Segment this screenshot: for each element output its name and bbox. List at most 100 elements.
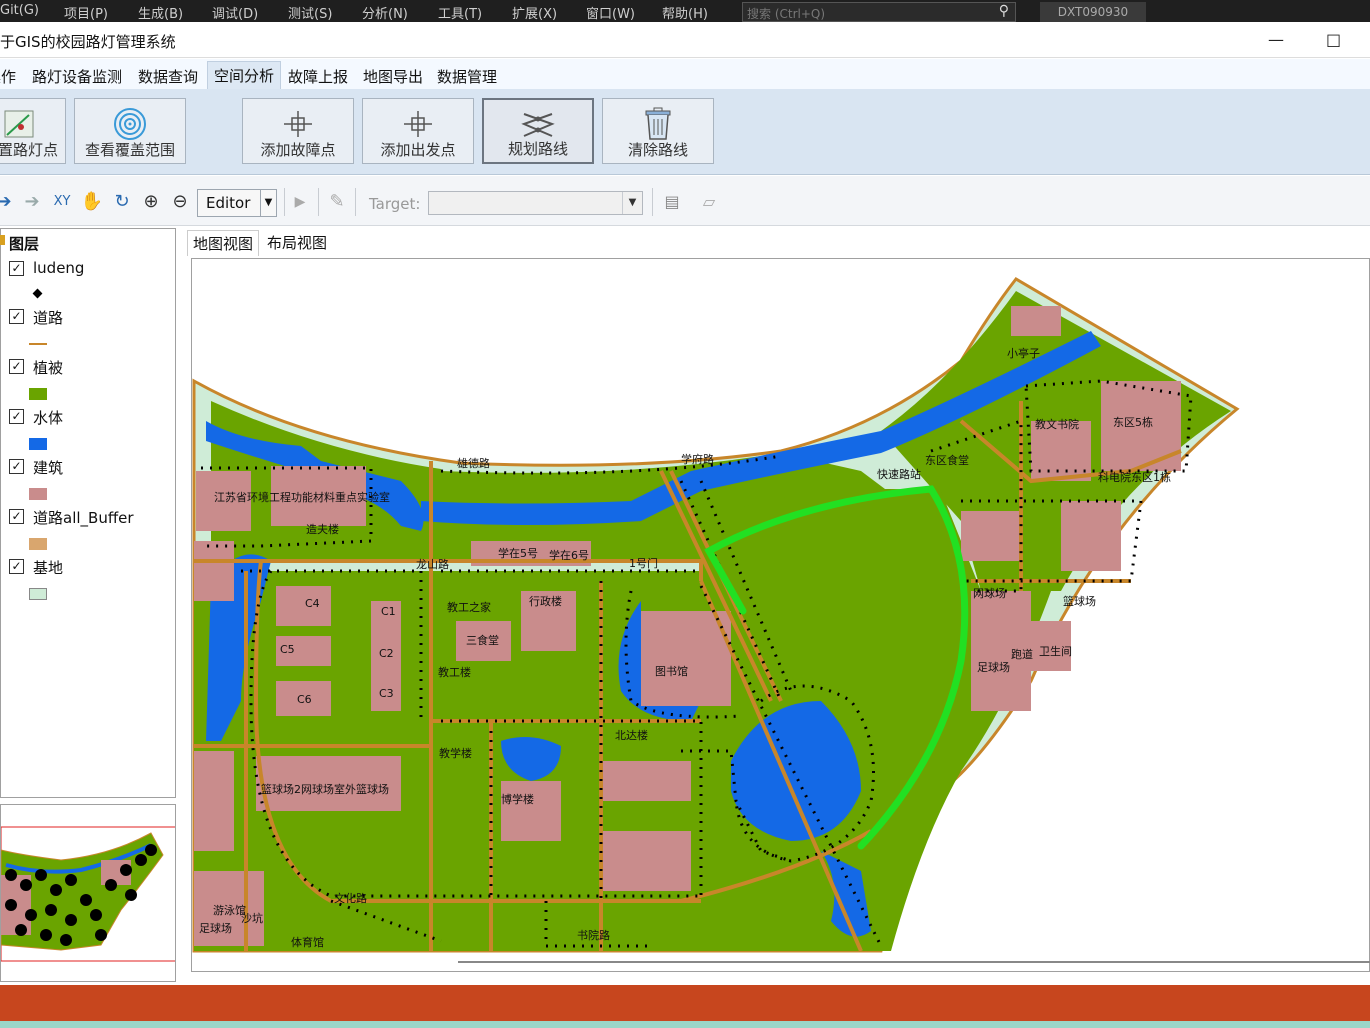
layer-name: 道路all_Buffer <box>33 509 134 527</box>
map-label: 教文书院 <box>1035 417 1079 431</box>
layer-checkbox[interactable]: ✓ <box>9 459 24 474</box>
layer-checkbox[interactable]: ✓ <box>9 261 24 276</box>
zoom-out-icon[interactable]: ⊖ <box>168 190 192 214</box>
road-buffer-swatch <box>29 538 47 550</box>
map-label: 小亭子 <box>1007 346 1040 360</box>
add-fault-point-label: 添加故障点 <box>260 141 336 159</box>
zoom-in-icon[interactable]: ⊕ <box>139 190 163 214</box>
map-label: 网球场 <box>973 586 1006 600</box>
ide-search-placeholder: 搜索 (Ctrl+Q) <box>747 7 826 21</box>
map-label: 书院路 <box>577 928 610 942</box>
toc-header: 图层 <box>9 235 40 253</box>
map-label: 篮球场2网球场室外篮球场 <box>261 782 389 796</box>
tab-spatial-analysis[interactable]: 空间分析 <box>207 61 282 89</box>
ide-search-box[interactable]: 搜索 (Ctrl+Q) ⚲ <box>742 2 1016 22</box>
layer-checkbox[interactable]: ✓ <box>9 309 24 324</box>
plan-route-button[interactable]: 规划路线 <box>482 98 594 164</box>
layers-folder-icon <box>0 235 5 245</box>
ide-menu-test[interactable]: 测试(S) <box>288 3 332 22</box>
sketch-properties-icon[interactable]: ▱ <box>697 190 721 214</box>
ide-menu-project[interactable]: 项目(P) <box>64 3 108 22</box>
map-canvas: 雄德路 学府路 江苏省环境工程功能材料重点实验室 造夫楼 学在5号 学在6号 1… <box>192 277 1240 953</box>
editor-dropdown[interactable]: Editor ▼ <box>197 189 277 217</box>
overview-map[interactable] <box>0 804 176 982</box>
add-start-point-label: 添加出发点 <box>380 141 456 159</box>
crosshair-icon <box>284 111 312 137</box>
water-swatch <box>29 438 47 450</box>
add-start-point-button[interactable]: 添加出发点 <box>362 98 474 164</box>
ide-menu-tools[interactable]: 工具(T) <box>438 3 482 22</box>
layer-checkbox[interactable]: ✓ <box>9 409 24 424</box>
map-label: 体育馆 <box>291 935 324 949</box>
map-label: 造夫楼 <box>306 522 339 536</box>
overview-canvas <box>1 826 175 962</box>
map-label: 龙山路 <box>416 558 449 571</box>
ide-menu-git[interactable]: Git(G) <box>0 3 39 18</box>
map-horizontal-scrollbar[interactable] <box>458 961 1370 963</box>
vegetation-swatch <box>29 388 47 400</box>
layer-name: ludeng <box>33 259 85 277</box>
ide-menu-window[interactable]: 窗口(W) <box>586 3 635 22</box>
toolbar-divider <box>355 188 356 216</box>
ide-menu-build[interactable]: 生成(B) <box>138 3 183 22</box>
map-label: 足球场 <box>977 660 1010 674</box>
layer-checkbox[interactable]: ✓ <box>9 359 24 374</box>
chevron-down-icon: ▼ <box>622 192 642 214</box>
map-view[interactable]: 雄德路 学府路 江苏省环境工程功能材料重点实验室 造夫楼 学在5号 学在6号 1… <box>191 258 1370 972</box>
building-swatch <box>29 488 47 500</box>
chevron-down-icon: ▼ <box>260 190 276 216</box>
ide-menu-bar: Git(G) 项目(P) 生成(B) 调试(D) 测试(S) 分析(N) 工具(… <box>0 0 1370 22</box>
xy-coordinate-icon[interactable]: XY <box>50 190 74 214</box>
taskbar-strip <box>0 1021 1370 1028</box>
pencil-icon[interactable]: ✎ <box>325 190 349 214</box>
map-label: 东区5栋 <box>1113 415 1153 429</box>
tab-operate[interactable]: 操作 <box>0 66 16 87</box>
tab-layout-view[interactable]: 布局视图 <box>262 230 332 255</box>
ide-menu-extensions[interactable]: 扩展(X) <box>512 3 557 22</box>
tab-data-query[interactable]: 数据查询 <box>138 66 198 87</box>
tab-data-manage[interactable]: 数据管理 <box>437 66 497 87</box>
crosshair-icon <box>404 111 432 137</box>
tab-fault-report[interactable]: 故障上报 <box>288 66 348 87</box>
editor-label: Editor <box>206 194 251 212</box>
trash-icon <box>645 107 671 140</box>
layer-name: 植被 <box>33 359 64 377</box>
layer-checkbox[interactable]: ✓ <box>9 509 24 524</box>
view-coverage-button[interactable]: 查看覆盖范围 <box>74 98 186 164</box>
map-label: C2 <box>379 647 394 660</box>
edit-pointer-icon[interactable]: ▶ <box>288 190 312 214</box>
ide-menu-debug[interactable]: 调试(D) <box>212 3 258 22</box>
clear-route-button[interactable]: 清除路线 <box>602 98 714 164</box>
place-light-point-button[interactable]: 置路灯点 <box>0 98 66 164</box>
ribbon-panel: 置路灯点 查看覆盖范围 添加故障点 添加出发点 规划路线 清除路线 <box>0 89 1370 175</box>
attributes-table-icon[interactable]: ▤ <box>660 190 684 214</box>
map-label: 雄德路 <box>457 456 490 470</box>
minimize-icon[interactable]: — <box>1268 30 1284 49</box>
window-title-bar: 于GIS的校园路灯管理系统 — □ <box>0 22 1370 58</box>
ide-user-badge[interactable]: DXT090930 <box>1040 2 1146 22</box>
layer-checkbox[interactable]: ✓ <box>9 559 24 574</box>
map-label: 快速路站 <box>877 467 921 481</box>
target-select[interactable]: ▼ <box>428 191 643 215</box>
taskbar <box>0 985 1370 1021</box>
map-label: 1号门 <box>629 556 658 570</box>
layer-name: 道路 <box>33 309 64 327</box>
add-fault-point-button[interactable]: 添加故障点 <box>242 98 354 164</box>
base-swatch <box>29 588 47 600</box>
main-menu-tabs: 操作 路灯设备监测 数据查询 空间分析 故障上报 地图导出 数据管理 <box>0 59 1370 89</box>
pan-hand-icon[interactable]: ✋ <box>80 190 104 214</box>
map-label: 教学楼 <box>439 746 472 760</box>
refresh-icon[interactable]: ↻ <box>110 190 134 214</box>
tab-map-view[interactable]: 地图视图 <box>187 230 260 256</box>
maximize-icon[interactable]: □ <box>1326 30 1341 49</box>
tab-map-export[interactable]: 地图导出 <box>363 66 423 87</box>
tab-light-monitor[interactable]: 路灯设备监测 <box>32 66 122 87</box>
layer-name: 建筑 <box>33 459 64 477</box>
search-icon: ⚲ <box>998 3 1009 19</box>
ide-menu-help[interactable]: 帮助(H) <box>662 3 708 22</box>
ide-menu-analyze[interactable]: 分析(N) <box>362 3 408 22</box>
map-label: 文化路 <box>334 891 367 905</box>
back-arrow-icon[interactable]: ➔ <box>0 190 16 214</box>
forward-arrow-icon[interactable]: ➔ <box>20 190 44 214</box>
clear-route-label: 清除路线 <box>627 141 688 159</box>
